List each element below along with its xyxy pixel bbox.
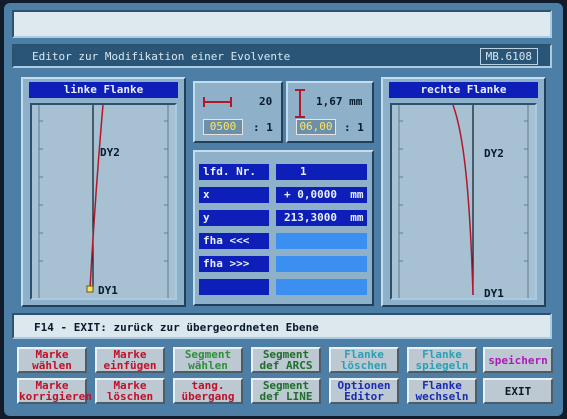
function-button[interactable]: Marke löschen xyxy=(95,378,165,404)
right-flank-plot[interactable]: DY2 DY1 xyxy=(390,103,537,300)
left-marker-dy2: DY2 xyxy=(100,146,120,159)
function-button[interactable]: Segment wählen xyxy=(173,347,243,373)
button-label-line2: def LINE xyxy=(259,390,313,403)
function-button[interactable]: Optionen Editor xyxy=(329,378,399,404)
left-flank-title: linke Flanke xyxy=(29,82,178,98)
button-label-line2: löschen xyxy=(340,359,388,372)
button-label-line2: übergang xyxy=(181,390,235,403)
window-title: Editor zur Modifikation einer Evolvente xyxy=(32,50,291,63)
param-label[interactable]: x xyxy=(199,187,269,203)
param-value[interactable] xyxy=(276,256,367,272)
left-flank-curve xyxy=(38,105,169,298)
function-button[interactable]: Flanke wechseln xyxy=(407,378,477,404)
button-label-line2: Editor xyxy=(344,390,384,403)
vertical-scale-icon xyxy=(295,89,305,118)
button-label-line2: wechseln xyxy=(415,390,469,403)
param-value[interactable]: 1 xyxy=(276,164,367,180)
scale-x-box: 20 0500 : 1 xyxy=(193,81,283,143)
param-value[interactable]: 213,3000 mm xyxy=(276,210,367,226)
function-button[interactable]: Marke einfügen xyxy=(95,347,165,373)
param-value[interactable]: + 0,0000 mm xyxy=(276,187,367,203)
param-label[interactable]: lfd. Nr. xyxy=(199,164,269,180)
button-label-line1: EXIT xyxy=(504,384,532,398)
param-label[interactable]: fha <<< xyxy=(199,233,269,249)
status-text: F14 - EXIT: zurück zur übergeordneten Eb… xyxy=(34,321,319,334)
scale-x-field[interactable]: 0500 xyxy=(203,119,243,135)
param-label[interactable]: fha >>> xyxy=(199,256,269,272)
button-label-line2: wählen xyxy=(32,359,72,372)
param-label[interactable]: y xyxy=(199,210,269,226)
function-button[interactable]: speichern xyxy=(483,347,553,373)
button-label-line2: def ARCS xyxy=(259,359,313,372)
title-bar: Editor zur Modifikation einer Evolvente … xyxy=(12,44,552,68)
function-button[interactable]: Segment def LINE xyxy=(251,378,321,404)
param-value[interactable] xyxy=(276,233,367,249)
scale-y-value: 1,67 mm xyxy=(316,95,363,108)
scale-y-box: 1,67 mm 06,00 : 1 xyxy=(286,81,374,143)
program-code: MB.6108 xyxy=(479,48,538,65)
param-label[interactable] xyxy=(199,279,269,295)
function-button[interactable]: EXIT xyxy=(483,378,553,404)
button-label-line2: wählen xyxy=(188,359,228,372)
scale-y-ratio: : 1 xyxy=(344,121,364,134)
scale-x-value: 20 xyxy=(259,95,273,108)
button-label-line2: korrigieren xyxy=(19,390,92,403)
function-button[interactable]: Flanke löschen xyxy=(329,347,399,373)
function-button[interactable]: tang. übergang xyxy=(173,378,243,404)
param-value[interactable] xyxy=(276,279,367,295)
function-button[interactable]: Segment def ARCS xyxy=(251,347,321,373)
horizontal-scale-icon xyxy=(203,97,232,107)
left-flank-plot[interactable]: DY2 DY1 xyxy=(30,103,177,300)
top-input-bar[interactable] xyxy=(12,10,552,38)
button-label-line2: spiegeln xyxy=(415,359,469,372)
button-label-line2: löschen xyxy=(106,390,154,403)
scale-x-ratio: : 1 xyxy=(253,121,273,134)
function-button[interactable]: Marke korrigieren xyxy=(17,378,92,404)
button-label-line2: einfügen xyxy=(103,359,157,372)
function-button[interactable]: Marke wählen xyxy=(17,347,87,373)
right-marker-dy2: DY2 xyxy=(484,147,504,160)
function-button[interactable]: Flanke spiegeln xyxy=(407,347,477,373)
status-line: F14 - EXIT: zurück zur übergeordneten Eb… xyxy=(12,313,552,339)
right-flank-title: rechte Flanke xyxy=(389,82,538,98)
right-marker-dy1: DY1 xyxy=(484,287,504,300)
left-marker-dy1: DY1 xyxy=(98,284,118,297)
scale-y-field[interactable]: 06,00 xyxy=(296,119,336,135)
button-label-line1: speichern xyxy=(488,353,548,367)
right-flank-curve xyxy=(398,105,529,298)
